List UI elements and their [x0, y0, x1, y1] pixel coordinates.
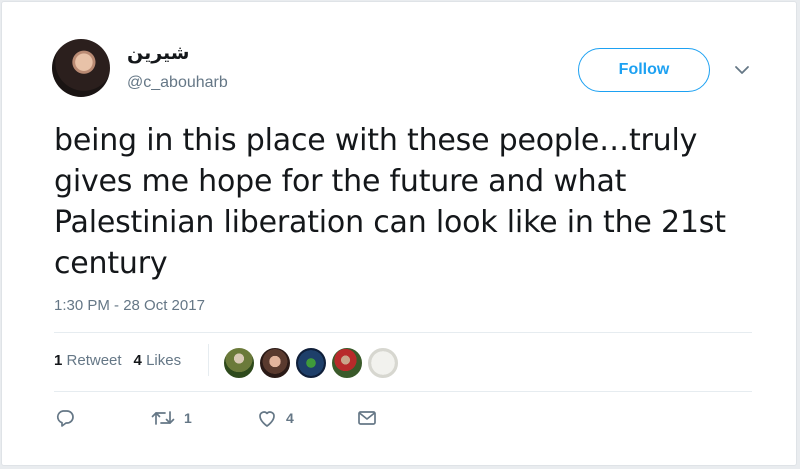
reply-icon [56, 410, 74, 427]
follow-button[interactable]: Follow [578, 48, 710, 92]
retweet-stat[interactable]: 1 Retweet [54, 352, 122, 369]
author-handle[interactable]: @c_abouharb [127, 74, 228, 92]
direct-message-icon [358, 411, 376, 425]
tweet-card: شيرين @c_abouharb Follow being in this p… [1, 1, 797, 466]
divider-top [54, 332, 752, 333]
likes-stat-count: 4 [133, 352, 142, 369]
like-button[interactable]: 4 [256, 407, 294, 429]
divider-bottom [54, 391, 752, 392]
like-icon [259, 411, 275, 427]
tweet-timestamp[interactable]: 1:30 PM - 28 Oct 2017 [54, 297, 205, 314]
retweet-stat-count: 1 [54, 352, 63, 369]
like-count: 4 [286, 410, 294, 426]
reply-button[interactable] [54, 407, 84, 429]
liker-avatars [223, 347, 403, 379]
liker-avatar[interactable] [223, 347, 255, 379]
tweet-text: being in this place with these people…tr… [54, 123, 726, 281]
retweet-icon [151, 411, 175, 425]
likes-stat[interactable]: 4 Likes [134, 352, 182, 369]
liker-avatar[interactable] [331, 347, 363, 379]
author-display-name[interactable]: شيرين [127, 42, 190, 64]
chevron-down-icon[interactable] [734, 64, 750, 76]
direct-message-button[interactable] [356, 407, 378, 429]
stats-separator [208, 344, 209, 376]
likes-stat-label: Likes [146, 352, 182, 369]
liker-avatar[interactable] [367, 347, 399, 379]
retweet-button[interactable]: 1 [150, 407, 192, 429]
liker-avatar[interactable] [295, 347, 327, 379]
engagement-stats: 1 Retweet 4 Likes [54, 352, 193, 369]
retweet-count: 1 [184, 410, 192, 426]
retweet-stat-label: Retweet [66, 352, 122, 369]
liker-avatar[interactable] [259, 347, 291, 379]
author-avatar[interactable] [52, 39, 110, 97]
